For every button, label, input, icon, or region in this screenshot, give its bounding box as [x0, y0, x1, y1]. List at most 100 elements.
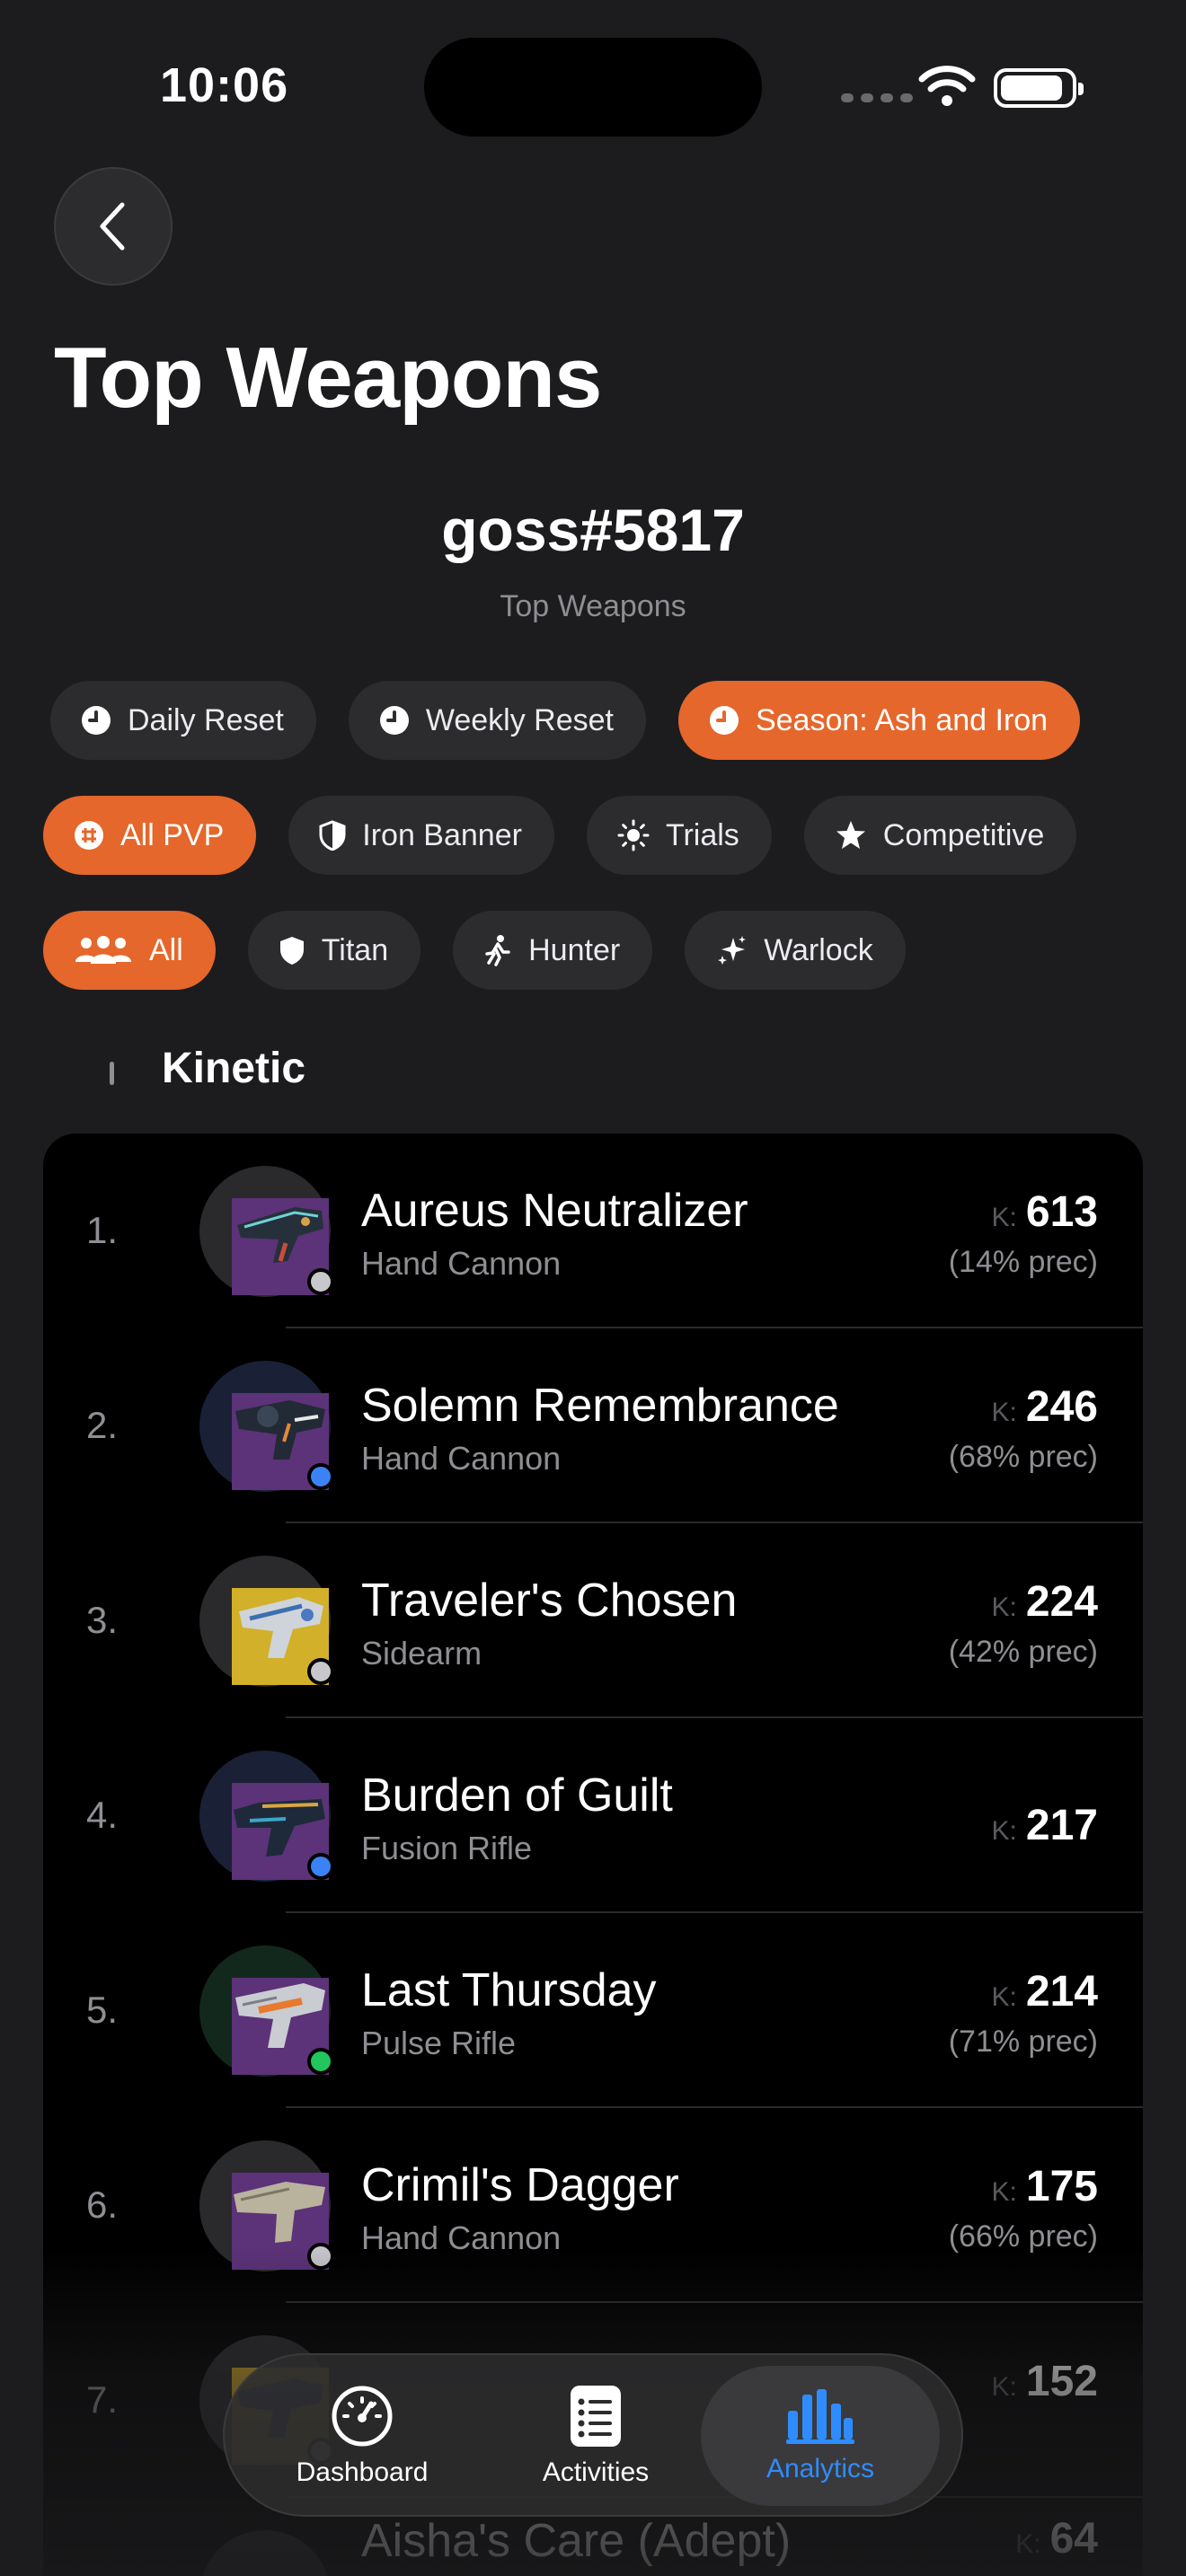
weapon-kills: K: 613 — [992, 1187, 1098, 1237]
list-icon — [571, 2386, 621, 2447]
chip-all-classes[interactable]: All — [43, 911, 216, 990]
weapon-type: Hand Cannon — [361, 1245, 562, 1282]
clock-icon — [709, 706, 739, 735]
username: goss#5817 — [441, 497, 745, 563]
rarity-indicator — [307, 2048, 334, 2075]
titan-icon — [279, 937, 304, 965]
weapon-kills: K: 64 — [1015, 2514, 1098, 2563]
weapon-name: Aureus Neutralizer — [361, 1185, 748, 1237]
mode-filter-row: All PVP Iron Banner Trials Competitive — [43, 796, 1077, 875]
chevron-left-icon — [100, 202, 125, 251]
tab-label: Analytics — [766, 2454, 875, 2483]
weapon-type: Pulse Rifle — [361, 2025, 517, 2061]
chip-label: Season: Ash and Iron — [755, 702, 1049, 737]
battery-icon — [994, 68, 1084, 108]
back-button[interactable] — [54, 167, 173, 286]
chip-titan[interactable]: Titan — [247, 911, 421, 990]
chip-label: Trials — [665, 817, 739, 852]
chip-iron-banner[interactable]: Iron Banner — [288, 796, 554, 875]
weapon-kills: K: 217 — [992, 1801, 1098, 1850]
chip-trials[interactable]: Trials — [586, 796, 772, 875]
kills-label: K: — [991, 2372, 1017, 2402]
page-title: Top Weapons — [54, 330, 602, 426]
time-filter-row: Daily Reset Weekly Reset Season: Ash and… — [50, 681, 1081, 760]
chip-warlock[interactable]: Warlock — [685, 911, 906, 990]
weapon-name: Solemn Remembrance — [361, 1380, 839, 1432]
weapon-precision: (42% prec) — [948, 1635, 1098, 1669]
dynamic-island — [424, 38, 762, 137]
chip-hunter[interactable]: Hunter — [453, 911, 653, 990]
chip-label: Weekly Reset — [425, 702, 614, 737]
page-subtitle: Top Weapons — [500, 589, 686, 623]
class-filter-row: All Titan Hunter Warlock — [43, 911, 906, 990]
weapon-name: Traveler's Chosen — [361, 1575, 738, 1627]
weapon-rank: 6. — [86, 2183, 119, 2226]
warlock-icon — [718, 936, 747, 965]
status-time: 10:06 — [160, 58, 289, 112]
weapon-rank: 7. — [86, 2378, 119, 2421]
weapon-precision: (66% prec) — [948, 2219, 1098, 2254]
chip-label: Warlock — [764, 932, 873, 967]
weapon-row[interactable]: 6. Crimil's Dagger Hand Cannon K: 175 (66… — [43, 2108, 1143, 2303]
weapon-type: Sidearm — [361, 1635, 482, 1672]
weapon-precision: (68% prec) — [948, 1440, 1098, 1474]
weapon-name: Aisha's Care (Adept) — [361, 2515, 792, 2567]
weapon-rank: 5. — [86, 1989, 119, 2031]
chip-all-pvp[interactable]: All PVP — [43, 796, 257, 875]
kills-label: K: — [991, 1592, 1017, 1622]
weapon-precision: (14% prec) — [948, 1245, 1098, 1279]
kills-label: K: — [991, 1982, 1017, 2012]
kills-value: 175 — [1025, 2163, 1098, 2210]
chip-season[interactable]: Season: Ash and Iron — [677, 681, 1081, 760]
kills-label: K: — [991, 1203, 1017, 1232]
weapon-row[interactable]: 2. Solemn Remembrance Hand Cannon K: 246 … — [43, 1328, 1143, 1523]
clock-icon — [82, 706, 111, 735]
weapon-rank: 4. — [86, 1794, 119, 1836]
chip-weekly-reset[interactable]: Weekly Reset — [348, 681, 646, 760]
weapon-kills: K: 152 — [992, 2357, 1098, 2406]
weapon-kills: K: 224 — [992, 1577, 1098, 1627]
chip-competitive[interactable]: Competitive — [803, 796, 1077, 875]
chip-label: All — [149, 932, 183, 967]
rarity-indicator — [307, 1463, 334, 1490]
sun-icon — [617, 819, 650, 851]
weapon-rank: 3. — [86, 1599, 119, 1641]
weapon-row[interactable]: 4. Burden of Guilt Fusion Rifle K: 217 — [43, 1718, 1143, 1913]
weapon-rank: 1. — [86, 1209, 119, 1251]
top-weapons-screen: 10:06 Top Weapons goss#5817 Top Weapons … — [0, 0, 1186, 2576]
chip-daily-reset[interactable]: Daily Reset — [50, 681, 316, 760]
shield-icon — [319, 820, 346, 851]
kills-value: 246 — [1025, 1383, 1098, 1431]
weapon-row[interactable]: 3. Traveler's Chosen Sidearm K: 224 (42% … — [43, 1523, 1143, 1718]
chip-label: Competitive — [882, 817, 1045, 852]
chip-label: Hunter — [528, 932, 621, 967]
cellular-signal-icon — [841, 93, 913, 102]
weapon-rank: 2. — [86, 1404, 119, 1446]
tab-bar: Dashboard Activities Analytics — [223, 2353, 963, 2517]
kills-value: 64 — [1049, 2515, 1098, 2563]
weapon-type: Fusion Rifle — [361, 1830, 533, 1866]
weapon-row[interactable]: 1. Aureus Neutralizer Hand Cannon K: 613 … — [43, 1134, 1143, 1328]
chip-label: Titan — [321, 932, 389, 967]
star-icon — [836, 821, 865, 849]
tab-dashboard[interactable]: Dashboard — [243, 2366, 482, 2506]
kills-value: 613 — [1025, 1188, 1098, 1236]
speedometer-icon — [332, 2386, 393, 2447]
clock-icon — [379, 706, 409, 735]
kills-label: K: — [991, 2177, 1017, 2207]
weapon-row[interactable]: 5. Last Thursday Pulse Rifle K: 214 (71% … — [43, 1913, 1143, 2108]
section-header: Kinetic — [108, 1044, 305, 1093]
weapon-name: Burden of Guilt — [361, 1769, 673, 1822]
tab-activities[interactable]: Activities — [476, 2366, 715, 2506]
weapon-kills: K: 246 — [992, 1382, 1098, 1432]
weapon-kills: K: 214 — [992, 1967, 1098, 2016]
wifi-icon — [918, 66, 976, 106]
chip-label: Daily Reset — [128, 702, 284, 737]
rarity-indicator — [307, 1658, 334, 1685]
tab-analytics[interactable]: Analytics — [701, 2366, 940, 2506]
tab-label: Dashboard — [296, 2457, 429, 2487]
weapon-icon-backdrop — [199, 2530, 331, 2576]
rarity-indicator — [307, 1268, 334, 1295]
chip-label: All PVP — [120, 817, 225, 852]
kills-value: 152 — [1025, 2358, 1098, 2405]
